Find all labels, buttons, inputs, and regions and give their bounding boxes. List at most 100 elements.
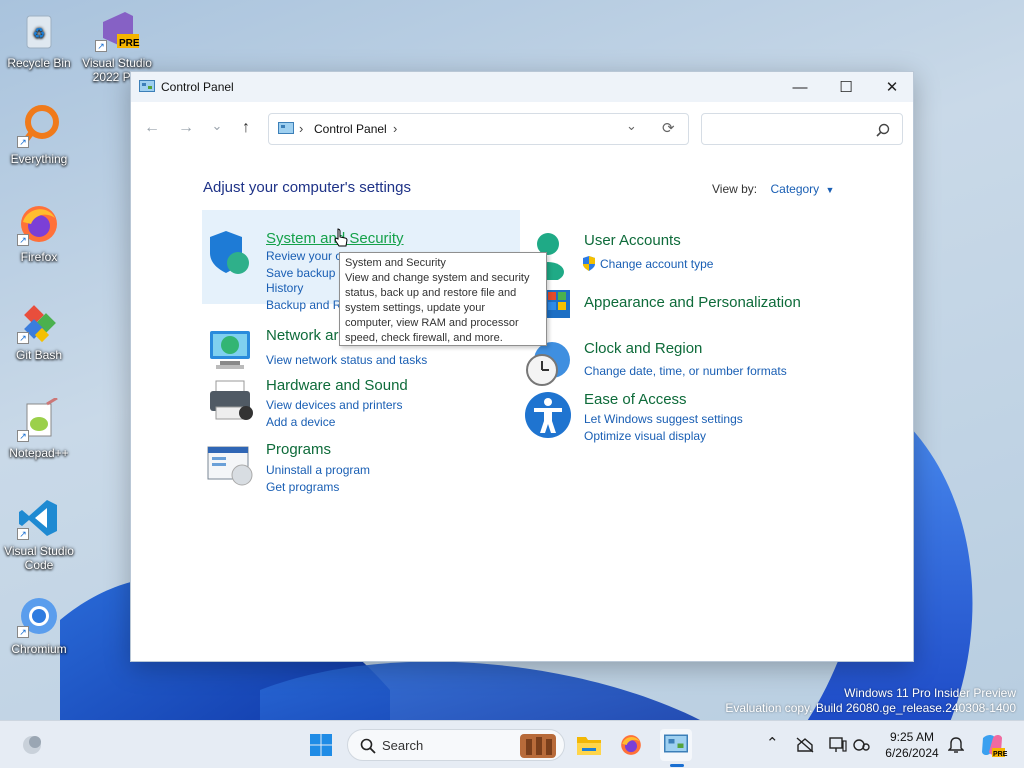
category-title-hardware[interactable]: Hardware and Sound bbox=[266, 377, 408, 394]
file-explorer-button[interactable] bbox=[573, 729, 605, 761]
breadcrumb-separator[interactable]: › bbox=[393, 121, 397, 136]
close-button[interactable]: ✕ bbox=[869, 72, 915, 102]
address-dropdown-icon[interactable]: ⌄ bbox=[626, 118, 637, 134]
svg-text:♻: ♻ bbox=[33, 25, 46, 41]
firefox-icon bbox=[621, 735, 641, 755]
start-button[interactable] bbox=[305, 729, 337, 761]
category-programs[interactable]: Programs Uninstall a program Get program… bbox=[206, 441, 506, 494]
chevron-down-icon: ⌄ bbox=[211, 118, 223, 133]
mouse-pointer-icon bbox=[334, 228, 348, 247]
link-change-account-type[interactable]: Change account type bbox=[600, 257, 713, 271]
windows-logo-icon bbox=[310, 734, 332, 756]
firefox-taskbar-button[interactable] bbox=[615, 729, 647, 761]
clock-globe-icon bbox=[526, 342, 570, 386]
breadcrumb-separator[interactable]: › bbox=[299, 121, 303, 136]
search-control-panel-box[interactable] bbox=[701, 113, 903, 145]
category-appearance[interactable]: Appearance and Personalization bbox=[524, 288, 844, 334]
tooltip-line: speed, check firewall, and more. bbox=[345, 332, 503, 344]
git-bash-icon: ↗ bbox=[17, 300, 61, 344]
link-uninstall-program[interactable]: Uninstall a program bbox=[266, 463, 370, 477]
breadcrumb-control-panel[interactable]: Control Panel bbox=[314, 122, 387, 136]
widgets-button[interactable] bbox=[16, 729, 48, 761]
link-optimize-display[interactable]: Optimize visual display bbox=[584, 429, 706, 443]
control-panel-location-icon bbox=[278, 122, 294, 134]
category-title-user-accounts[interactable]: User Accounts bbox=[584, 232, 681, 249]
link-suggest-settings[interactable]: Let Windows suggest settings bbox=[584, 412, 743, 426]
category-title-clock-region[interactable]: Clock and Region bbox=[584, 340, 702, 357]
active-app-indicator bbox=[670, 764, 684, 767]
taskbar: Search ⌃ 9:25 AM 6/26/2024 PRE bbox=[0, 720, 1024, 768]
close-icon: ✕ bbox=[885, 79, 899, 96]
link-review-status[interactable]: Review your c bbox=[266, 249, 341, 263]
maximize-button[interactable]: ☐ bbox=[823, 72, 869, 102]
search-input[interactable] bbox=[708, 120, 868, 138]
back-button[interactable]: ← bbox=[140, 116, 164, 140]
network-disconnected-icon[interactable] bbox=[796, 737, 814, 753]
category-title-network[interactable]: Network ar bbox=[266, 327, 339, 344]
accessibility-settings-icon[interactable] bbox=[853, 737, 871, 753]
category-title-appearance[interactable]: Appearance and Personalization bbox=[584, 294, 801, 311]
link-file-history[interactable]: History bbox=[266, 281, 303, 295]
desktop-icon-label: Recycle Bin bbox=[7, 56, 71, 70]
tooltip-title: System and Security bbox=[345, 257, 446, 269]
category-title-programs[interactable]: Programs bbox=[266, 441, 331, 458]
category-title-ease-of-access[interactable]: Ease of Access bbox=[584, 391, 687, 408]
link-save-backup[interactable]: Save backup c bbox=[266, 266, 345, 280]
desktop-icon-recycle-bin[interactable]: ♻ Recycle Bin bbox=[0, 8, 78, 70]
programs-icon bbox=[207, 446, 253, 486]
show-hidden-icons-chevron-icon[interactable]: ⌃ bbox=[766, 734, 779, 752]
search-icon[interactable] bbox=[876, 123, 890, 137]
tooltip-line: View and change system and security bbox=[345, 272, 530, 284]
desktop-icon-firefox[interactable]: ↗ Firefox bbox=[0, 202, 78, 264]
category-clock-and-region[interactable]: Clock and Region Change date, time, or n… bbox=[524, 340, 844, 388]
view-by-dropdown[interactable]: Category bbox=[770, 182, 819, 196]
recycle-bin-icon: ♻ bbox=[17, 8, 61, 52]
forward-button[interactable]: → bbox=[174, 116, 198, 140]
watermark-line-1: Windows 11 Pro Insider Preview bbox=[844, 686, 1016, 700]
link-network-status[interactable]: View network status and tasks bbox=[266, 353, 427, 367]
link-devices-printers[interactable]: View devices and printers bbox=[266, 398, 403, 412]
minimize-button[interactable]: — bbox=[777, 72, 823, 102]
notepad-plus-plus-icon: ↗ bbox=[17, 396, 61, 442]
link-change-date-time[interactable]: Change date, time, or number formats bbox=[584, 364, 787, 378]
watermark-line-2: Evaluation copy. Build 26080.ge_release.… bbox=[725, 701, 1016, 715]
link-add-device[interactable]: Add a device bbox=[266, 415, 335, 429]
control-panel-window[interactable]: Control Panel — ☐ ✕ ← → ⌄ ↑ › Control Pa… bbox=[130, 71, 914, 662]
display-icon[interactable] bbox=[829, 737, 847, 753]
link-backup-restore[interactable]: Backup and Re bbox=[266, 298, 348, 312]
desktop-icon-git-bash[interactable]: ↗ Git Bash bbox=[0, 300, 78, 362]
copilot-button[interactable]: PRE bbox=[976, 729, 1008, 761]
chromium-icon: ↗ bbox=[17, 594, 61, 638]
desktop-icon-notepad-plus-plus[interactable]: ↗ Notepad++ bbox=[0, 396, 78, 460]
clock-time: 9:25 AM bbox=[889, 730, 935, 744]
desktop-icon-vscode[interactable]: ↗ Visual Studio Code bbox=[0, 496, 78, 572]
link-get-programs[interactable]: Get programs bbox=[266, 480, 339, 494]
shortcut-arrow-icon: ↗ bbox=[17, 528, 29, 540]
back-arrow-icon: ← bbox=[144, 119, 160, 136]
taskbar-search-box[interactable]: Search bbox=[347, 729, 565, 761]
up-button[interactable]: ↑ bbox=[234, 116, 258, 140]
shortcut-arrow-icon: ↗ bbox=[17, 332, 29, 344]
category-user-accounts[interactable]: User Accounts Change account type bbox=[524, 232, 844, 280]
window-title: Control Panel bbox=[161, 80, 234, 94]
category-ease-of-access[interactable]: Ease of Access Let Windows suggest setti… bbox=[524, 391, 844, 443]
desktop-icon-chromium[interactable]: ↗ Chromium bbox=[0, 594, 78, 656]
firefox-icon: ↗ bbox=[17, 202, 61, 246]
title-bar[interactable]: Control Panel — ☐ ✕ bbox=[131, 72, 913, 102]
visual-studio-icon: PRE ↗ bbox=[95, 8, 140, 52]
dropdown-arrow-icon[interactable]: ▼ bbox=[826, 185, 835, 195]
search-icon bbox=[360, 738, 376, 754]
category-hardware-and-sound[interactable]: Hardware and Sound View devices and prin… bbox=[206, 377, 506, 429]
view-by-label: View by: bbox=[712, 182, 758, 196]
notifications-bell-icon[interactable] bbox=[948, 736, 964, 754]
address-bar[interactable]: › Control Panel › ⌄ ⟳ bbox=[268, 113, 689, 145]
shortcut-arrow-icon: ↗ bbox=[17, 430, 29, 442]
refresh-icon[interactable]: ⟳ bbox=[662, 119, 675, 137]
control-panel-taskbar-button[interactable] bbox=[660, 729, 692, 767]
desktop-icon-everything[interactable]: ↗ Everything bbox=[0, 104, 78, 166]
system-clock[interactable]: 9:25 AM 6/26/2024 bbox=[880, 729, 944, 761]
desktop-icon-label: Everything bbox=[10, 152, 68, 166]
printer-icon bbox=[210, 380, 253, 420]
shortcut-arrow-icon: ↗ bbox=[17, 136, 29, 148]
recent-locations-button[interactable]: ⌄ bbox=[205, 114, 229, 138]
